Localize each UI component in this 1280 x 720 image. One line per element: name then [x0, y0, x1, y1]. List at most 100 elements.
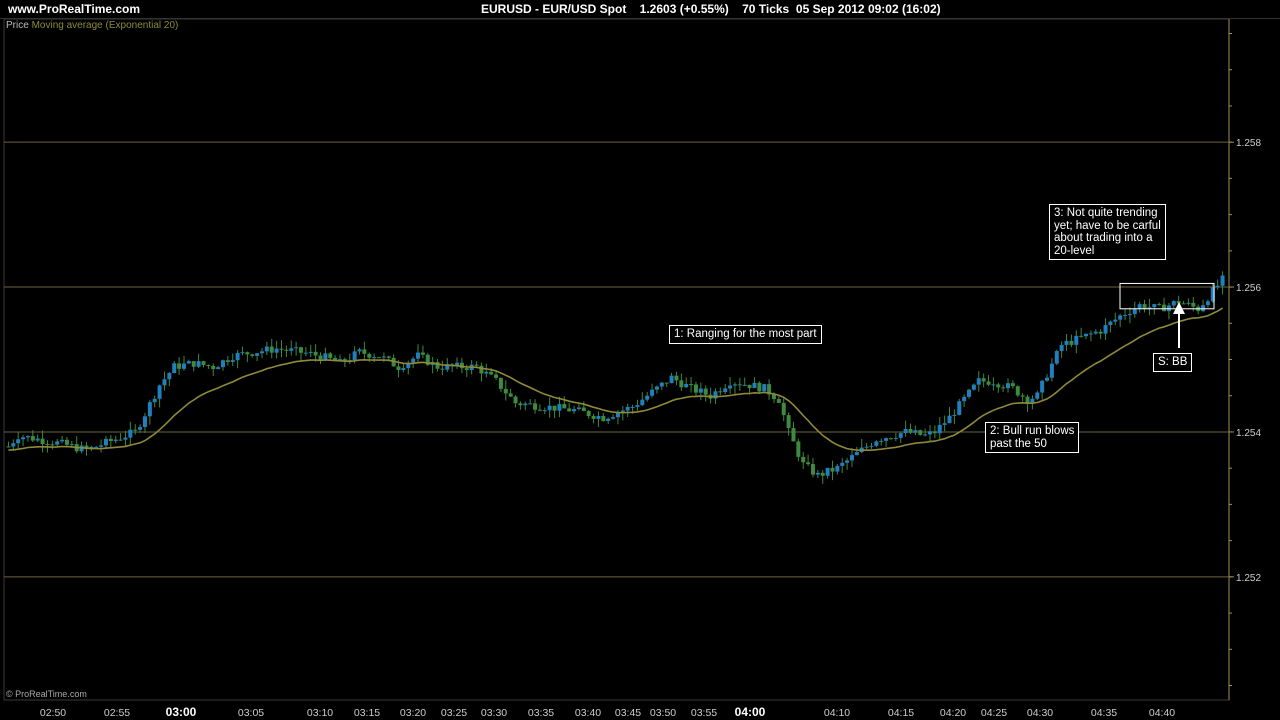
candle-body [357, 349, 362, 352]
candle-body [1098, 331, 1103, 334]
candle-body [581, 407, 586, 412]
candle-body [313, 351, 318, 356]
candle-body [1152, 304, 1157, 308]
candle-body [284, 349, 289, 351]
candle-body [908, 428, 913, 433]
candle-body [659, 382, 664, 387]
candle-body [630, 406, 635, 408]
candle-body [396, 366, 401, 370]
candle-body [903, 428, 908, 434]
candle-body [196, 361, 201, 367]
candle-body [381, 356, 386, 358]
candle-body [757, 382, 762, 392]
candle-body [1171, 301, 1176, 306]
candle-body [1054, 351, 1059, 364]
candle-body [732, 384, 737, 386]
candle-body [11, 443, 16, 447]
candle-body [240, 352, 245, 354]
candle-body [167, 373, 172, 380]
candle-body [981, 378, 986, 382]
candle-body [1113, 319, 1118, 322]
candle-body [601, 415, 606, 422]
candle-body [713, 391, 718, 399]
y-tick-label: 1.256 [1236, 283, 1261, 294]
candle-body [528, 403, 533, 405]
candle-body [1142, 304, 1147, 309]
candle-body [825, 467, 830, 476]
candle-body [611, 417, 616, 419]
candle-body [1103, 325, 1108, 334]
candle-body [864, 446, 869, 448]
candle-body [567, 408, 572, 412]
candle-body [991, 384, 996, 386]
candle-body [547, 405, 552, 411]
candle-body [645, 395, 650, 400]
price-axis[interactable]: 1.258 1.256 1.254 1.252 [1229, 32, 1261, 687]
candle-body [879, 440, 884, 442]
candle-body [845, 460, 850, 463]
candle-body [1191, 302, 1196, 307]
site-name[interactable]: www.ProRealTime.com [8, 2, 140, 16]
candle-body [523, 403, 528, 406]
candle-body [352, 351, 357, 361]
candle-body [255, 353, 260, 356]
candle-body [1015, 386, 1020, 396]
candle-body [518, 403, 523, 406]
candle-body [367, 353, 372, 358]
candle-body [664, 382, 669, 384]
candle-body [420, 352, 425, 355]
candle-body [615, 412, 620, 418]
candle-body [1059, 344, 1064, 352]
candle-body [40, 438, 45, 445]
candle-body [1010, 383, 1015, 387]
candle-body [801, 456, 806, 463]
candle-body [947, 415, 952, 424]
time-axis[interactable]: 02:50 02:55 03:00 03:05 03:10 03:15 03:20 03:25… [40, 705, 1175, 719]
annotation-bull-run: 2: Bull run blows past the 50 [985, 422, 1080, 453]
candle-body [849, 455, 854, 461]
price-chart[interactable]: 1.258 1.256 1.254 1.252 02:50 02:55 03:00 03:0… [0, 0, 1280, 720]
plot-frame [3, 18, 1230, 701]
annotation-signal: S: BB [1153, 353, 1193, 372]
candle-body [55, 441, 60, 445]
candle-body [108, 438, 113, 442]
candle-body [689, 384, 694, 386]
x-tick-label: 03:00 [166, 705, 197, 719]
candle-body [869, 445, 874, 447]
candle-body [142, 416, 147, 428]
candle-body [781, 402, 786, 416]
candle-body [888, 438, 893, 440]
x-tick-label: 03:55 [691, 707, 717, 719]
candle-body [386, 356, 391, 358]
candle-body [250, 354, 255, 356]
candle-body [128, 429, 133, 438]
candle-body [923, 434, 928, 436]
candle-body [537, 409, 542, 411]
candle-body [752, 382, 757, 389]
x-tick-label: 03:50 [650, 707, 676, 719]
candle-body [723, 388, 728, 393]
candle-body [1006, 383, 1011, 389]
candle-body [177, 363, 182, 369]
candle-body [552, 405, 557, 411]
candle-body [874, 441, 879, 446]
candle-body [1069, 340, 1074, 345]
candle-body [703, 388, 708, 395]
candle-body [372, 357, 377, 359]
x-tick-label: 03:45 [615, 707, 641, 719]
candle-body [1181, 303, 1186, 305]
instrument-title: EURUSD - EUR/USD Spot 1.2603 (+0.55%) 70… [481, 2, 941, 16]
x-tick-label: 03:20 [400, 707, 426, 719]
chart-legend: Price Moving average (Exponential 20) [6, 20, 178, 31]
candle-body [133, 429, 138, 431]
candle-body [542, 410, 547, 412]
legend-moving-average: Moving average (Exponential 20) [31, 20, 179, 31]
candle-body [1137, 304, 1142, 309]
x-tick-label: 03:05 [238, 707, 264, 719]
candle-body [1201, 305, 1206, 312]
candle-body [25, 436, 30, 438]
candle-body [298, 347, 303, 353]
y-tick-label: 1.254 [1236, 428, 1261, 439]
candle-body [942, 423, 947, 425]
candle-body [928, 431, 933, 435]
